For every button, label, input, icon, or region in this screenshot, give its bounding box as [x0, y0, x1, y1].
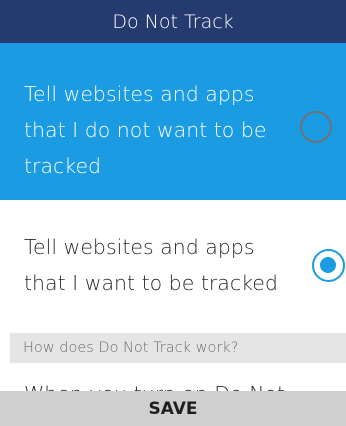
- info-question-link[interactable]: How does Do Not Track work?: [10, 333, 346, 363]
- radio-selected-icon[interactable]: [312, 249, 345, 282]
- info-question-text: How does Do Not Track work?: [23, 340, 239, 356]
- explanation-text-line: When you turn on Do Not: [24, 373, 344, 391]
- option-track-label: Tell websites and apps that I want to be…: [24, 235, 278, 295]
- save-button-label: SAVE: [148, 398, 198, 419]
- radio-unselected-icon[interactable]: [300, 111, 332, 143]
- radio-dot: [320, 257, 336, 273]
- explanation-text: When you turn on Do Not: [24, 369, 344, 391]
- page-title-text: Do Not Track: [112, 10, 234, 33]
- save-button[interactable]: SAVE: [0, 391, 346, 426]
- option-do-not-track[interactable]: Tell websites and apps that I do not wan…: [0, 43, 346, 200]
- option-do-not-track-label: Tell websites and apps that I do not wan…: [24, 82, 267, 178]
- option-track[interactable]: Tell websites and apps that I want to be…: [0, 200, 346, 330]
- page-title: Do Not Track: [0, 0, 346, 43]
